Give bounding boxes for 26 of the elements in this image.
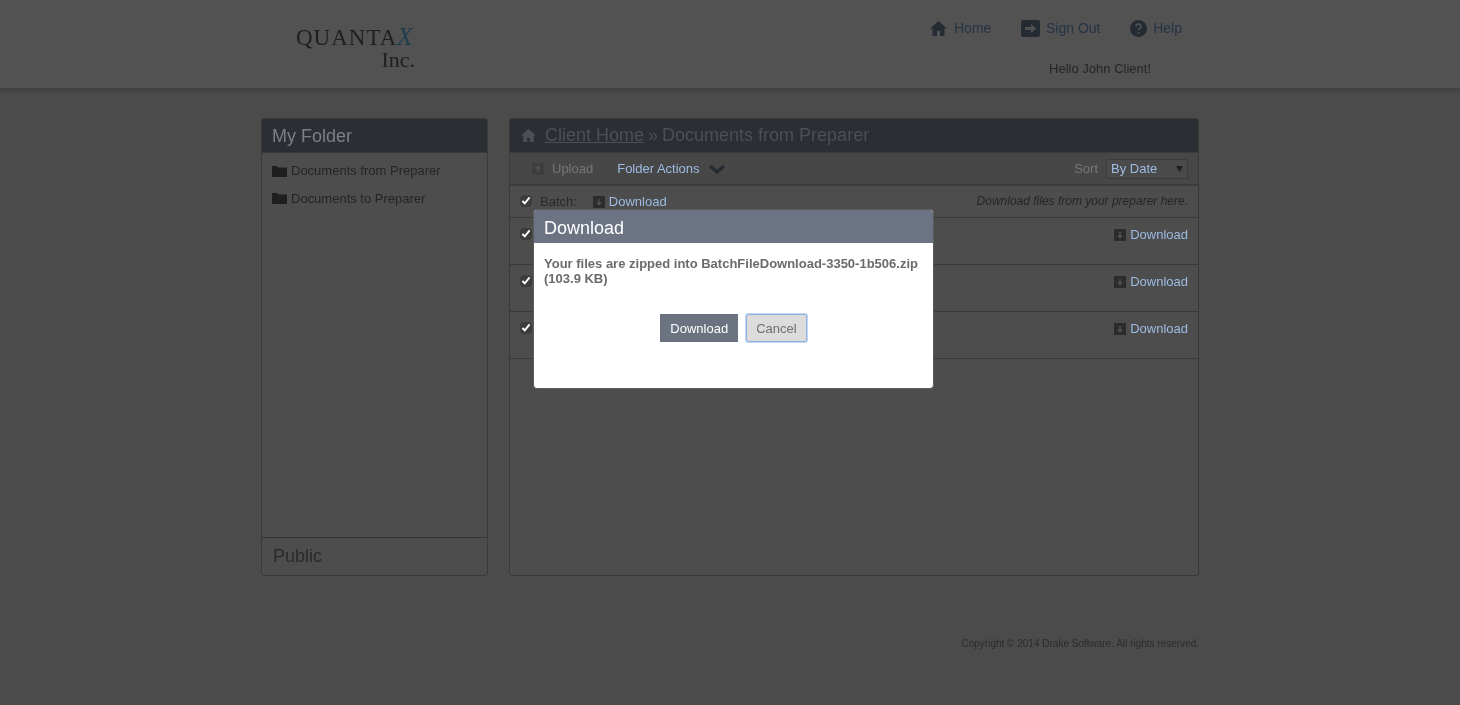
home-icon: [929, 20, 948, 37]
download-link[interactable]: Download: [1130, 319, 1188, 339]
checkbox[interactable]: [520, 275, 532, 287]
checkbox[interactable]: [520, 195, 532, 207]
help-icon: [1130, 20, 1148, 37]
folder-icon: [272, 164, 287, 177]
sort-dropdown[interactable]: By Date: [1106, 158, 1188, 179]
sign-out-icon: [1021, 20, 1041, 37]
download-icon: [1114, 322, 1127, 335]
home-icon: [520, 128, 537, 143]
cancel-button[interactable]: Cancel: [746, 314, 807, 342]
breadcrumb-separator: »: [648, 124, 659, 147]
caret-icon: [1176, 165, 1183, 172]
download-icon: [1114, 228, 1127, 241]
download-link[interactable]: Download: [1130, 272, 1188, 292]
download-link[interactable]: Download: [608, 192, 667, 212]
checkbox[interactable]: [520, 228, 532, 240]
dialog-title: Download: [544, 218, 625, 238]
folder-actions-link[interactable]: Folder Actions: [617, 158, 700, 179]
folder-icon: [272, 192, 287, 205]
download-icon: [1114, 275, 1127, 288]
dialog-message: Your files are zipped into BatchFileDownload-3350-1b506.zip (103.9 KB): [544, 256, 918, 286]
panel-title: My Folder: [272, 126, 352, 146]
download-link[interactable]: Download: [1130, 225, 1188, 245]
checkbox[interactable]: [520, 322, 532, 334]
download-button[interactable]: Download: [660, 314, 739, 342]
